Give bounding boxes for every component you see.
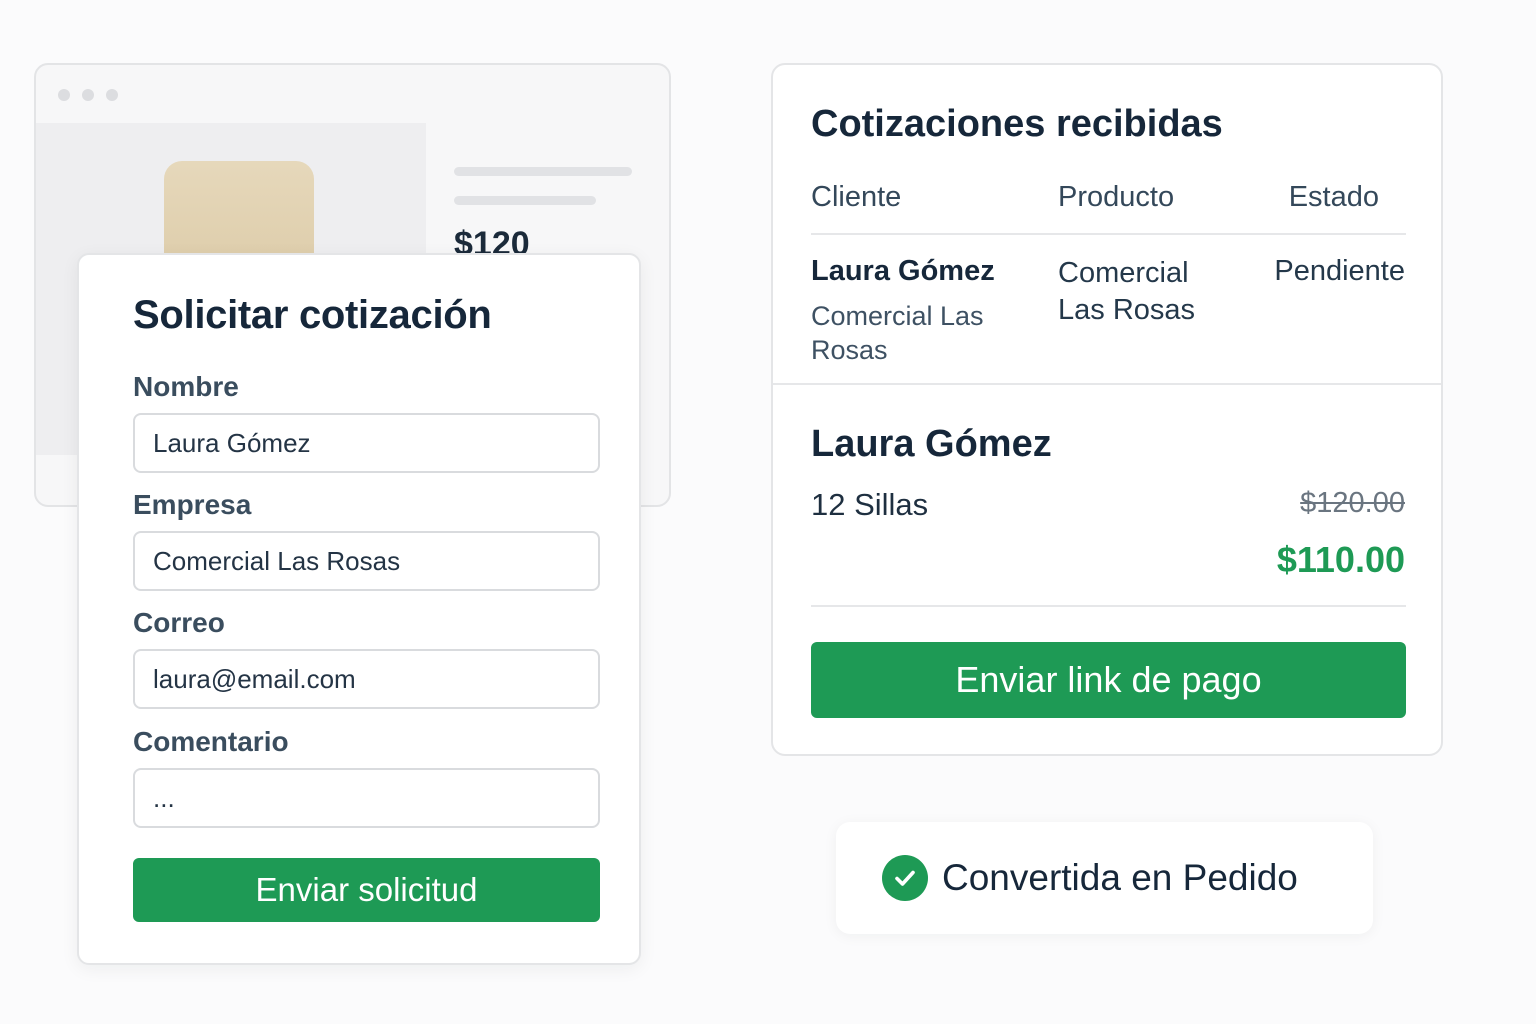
company-input[interactable] [133, 531, 600, 591]
original-price: $120.00 [1300, 487, 1405, 519]
name-label: Nombre [133, 371, 239, 402]
quote-request-form: Solicitar cotización Nombre Empresa Corr… [77, 253, 641, 965]
discounted-price: $110.00 [1276, 539, 1405, 580]
window-dot-icon[interactable] [106, 89, 118, 101]
column-header-status: Estado [1288, 181, 1379, 213]
comment-label: Comentario [133, 726, 289, 757]
email-input[interactable] [133, 649, 600, 709]
header-divider [811, 233, 1406, 235]
send-payment-link-button[interactable]: Enviar link de pago [811, 642, 1406, 718]
window-dot-icon[interactable] [82, 89, 94, 101]
column-header-client: Cliente [811, 181, 902, 213]
order-status-toast: Convertida en Pedido [836, 822, 1373, 934]
product-cell: Comercial Las Rosas [1058, 257, 1196, 326]
quotes-title: Cotizaciones recibidas [811, 103, 1223, 145]
toast-message: Convertida en Pedido [942, 857, 1298, 898]
detail-divider [811, 605, 1406, 607]
received-quotes-panel: Cotizaciones recibidas Cliente Producto … [771, 63, 1443, 756]
name-input[interactable] [133, 413, 600, 473]
company-label: Empresa [133, 489, 252, 520]
window-dot-icon[interactable] [58, 89, 70, 101]
section-divider [773, 383, 1441, 385]
comment-input[interactable] [133, 768, 600, 828]
check-circle-icon [882, 855, 928, 901]
status-badge: Pendiente [1274, 255, 1405, 287]
column-header-product: Producto [1058, 181, 1175, 213]
client-company: Comercial Las Rosas [811, 301, 984, 365]
detail-quantity: 12 Sillas [811, 487, 929, 522]
client-name: Laura Gómez [811, 255, 995, 287]
detail-client-name: Laura Gómez [811, 423, 1052, 465]
text-placeholder [454, 167, 632, 176]
text-placeholder [454, 196, 596, 205]
email-label: Correo [133, 607, 225, 638]
window-controls [58, 89, 118, 101]
send-request-button[interactable]: Enviar solicitud [133, 858, 600, 922]
form-title: Solicitar cotización [133, 293, 492, 337]
